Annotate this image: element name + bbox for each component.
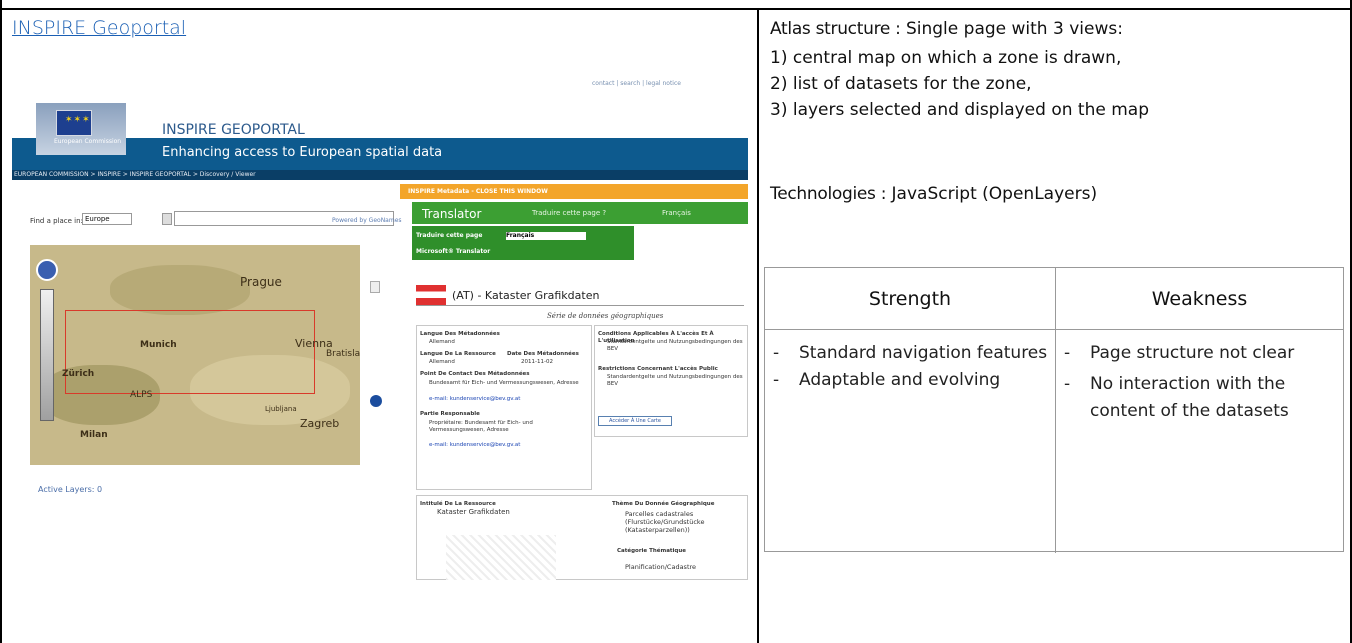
- strength-item: Adaptable and evolving: [765, 367, 1055, 394]
- theme-value: Parcelles cadastrales (Flurstücke/Grunds…: [625, 510, 705, 534]
- add-icon[interactable]: [370, 395, 382, 407]
- weakness-item: Page structure not clear: [1056, 340, 1343, 367]
- category-label: Catégorie Thématique: [617, 548, 687, 554]
- austria-flag-icon: [416, 285, 446, 305]
- lang-meta-label: Langue Des Métadonnées: [420, 331, 500, 337]
- dataset-subtitle: Série de données géographiques: [547, 312, 664, 320]
- translator-title: Translator: [422, 207, 482, 221]
- date-value: 2011-11-02: [521, 359, 553, 365]
- party-value: Propriétaire: Bundesamt für Eich- und Ve…: [429, 420, 533, 433]
- view-item: 3) layers selected and displayed on the …: [770, 100, 1149, 120]
- theme-label: Thème Du Donnée Géographique: [612, 501, 715, 507]
- metadata-card: Langue Des Métadonnées Allemand Langue D…: [416, 325, 592, 490]
- drawn-zone: [65, 310, 315, 394]
- contact-email[interactable]: e-mail: kundenservice@bev.gv.at: [429, 396, 520, 403]
- contact-label: Point De Contact Des Métadonnées: [420, 371, 530, 377]
- chevron-down-icon[interactable]: [162, 213, 172, 225]
- technologies-label: Technologies :: [770, 184, 887, 204]
- lang-res-value: Allemand: [429, 359, 455, 365]
- city-label: Prague: [240, 275, 282, 289]
- technologies-text: JavaScript (OpenLayers): [886, 184, 1098, 204]
- city-label: Zürich: [62, 369, 95, 379]
- dataset-title: (AT) - Kataster Grafikdaten: [452, 289, 600, 302]
- strength-header: Strength: [765, 268, 1055, 330]
- geoportal-screenshot: contact | search | legal notice ✶✶✶ Euro…: [12, 75, 748, 580]
- strength-item: Standard navigation features: [765, 340, 1055, 367]
- structure-text: Single page with 3 views:: [900, 19, 1123, 39]
- ms-translator-label: Microsoft® Translator: [416, 248, 491, 255]
- top-border: [0, 8, 1352, 10]
- weakness-header: Weakness: [1056, 268, 1343, 330]
- weakness-item: No interaction with the content of the d…: [1056, 371, 1343, 425]
- map-tool-icon[interactable]: [370, 281, 380, 293]
- translator-widget: Traduire cette page Français Microsoft® …: [412, 226, 634, 260]
- translate-lang-select[interactable]: Français: [506, 232, 586, 240]
- find-label: Find a place in:: [30, 217, 83, 225]
- restrictions-value: Standardentgelte und Nutzungsbedingungen…: [607, 374, 743, 387]
- city-label: ALPS: [130, 390, 153, 400]
- restrictions-label: Restrictions Concernant L'accès Public: [598, 366, 718, 372]
- pan-control-icon[interactable]: [36, 259, 58, 281]
- region-select[interactable]: Europe: [82, 213, 132, 225]
- party-email[interactable]: e-mail: kundenservice@bev.gv.at: [429, 442, 520, 449]
- party-label: Partie Responsable: [420, 411, 480, 417]
- technologies-line: Technologies : JavaScript (OpenLayers): [770, 182, 1097, 206]
- eu-label: European Commission: [54, 138, 122, 145]
- lang-res-label: Langue De La Ressource: [420, 351, 496, 357]
- resource-title-value: Kataster Grafikdaten: [437, 508, 510, 516]
- view-item: 2) list of datasets for the zone,: [770, 74, 1032, 94]
- structure-label: Atlas structure :: [770, 19, 901, 39]
- city-label: Bratislava: [326, 349, 360, 359]
- open-map-button[interactable]: Accéder À Une Carte: [598, 416, 672, 426]
- geoportal-subtitle: Enhancing access to European spatial dat…: [162, 145, 443, 160]
- language-link[interactable]: Français: [662, 209, 691, 217]
- zoom-slider[interactable]: [40, 289, 54, 421]
- column-divider: [757, 8, 759, 643]
- translate-page-link[interactable]: Traduire cette page ?: [532, 209, 606, 217]
- city-label: Zagreb: [300, 417, 340, 430]
- header-links: contact | search | legal notice: [592, 80, 681, 87]
- conditions-value: Standardentgelte und Nutzungsbedingungen…: [607, 339, 743, 352]
- resource-title-label: Intitulé De La Ressource: [420, 501, 496, 507]
- lang-meta-value: Allemand: [429, 339, 455, 345]
- map-view[interactable]: Prague Munich Vienna Bratislava Zürich M…: [30, 245, 360, 465]
- city-label: Munich: [140, 340, 177, 350]
- city-label: Milan: [80, 430, 108, 440]
- metadata-close-bar[interactable]: INSPIRE Metadata - CLOSE THIS WINDOW: [400, 184, 748, 199]
- strength-cell: Standard navigation features Adaptable a…: [765, 330, 1055, 394]
- date-label: Date Des Métadonnées: [507, 351, 579, 357]
- inspire-geoportal-link[interactable]: INSPIRE Geoportal: [12, 17, 186, 39]
- category-value: Planification/Cadastre: [625, 563, 697, 571]
- city-label: Ljubljana: [265, 405, 297, 413]
- view-item: 1) central map on which a zone is drawn,: [770, 48, 1122, 68]
- geoportal-title: INSPIRE GEOPORTAL: [162, 122, 305, 138]
- strength-weakness-table: Strength Weakness Standard navigation fe…: [764, 267, 1344, 553]
- structure-line: Atlas structure : Single page with 3 vie…: [770, 17, 1123, 41]
- title-rule: [416, 305, 744, 306]
- powered-by: Powered by GeoNames: [332, 217, 402, 224]
- translate-page-label: Traduire cette page: [416, 232, 483, 239]
- contact-value: Bundesamt für Eich- und Vermessungswesen…: [429, 380, 579, 386]
- active-layers: Active Layers: 0: [38, 485, 103, 494]
- eu-flag-icon: ✶✶✶: [56, 110, 92, 136]
- cadastral-sketch-image: [446, 535, 556, 580]
- breadcrumb: EUROPEAN COMMISSION > INSPIRE > INSPIRE …: [12, 170, 748, 180]
- weakness-cell: Page structure not clear No interaction …: [1056, 330, 1343, 425]
